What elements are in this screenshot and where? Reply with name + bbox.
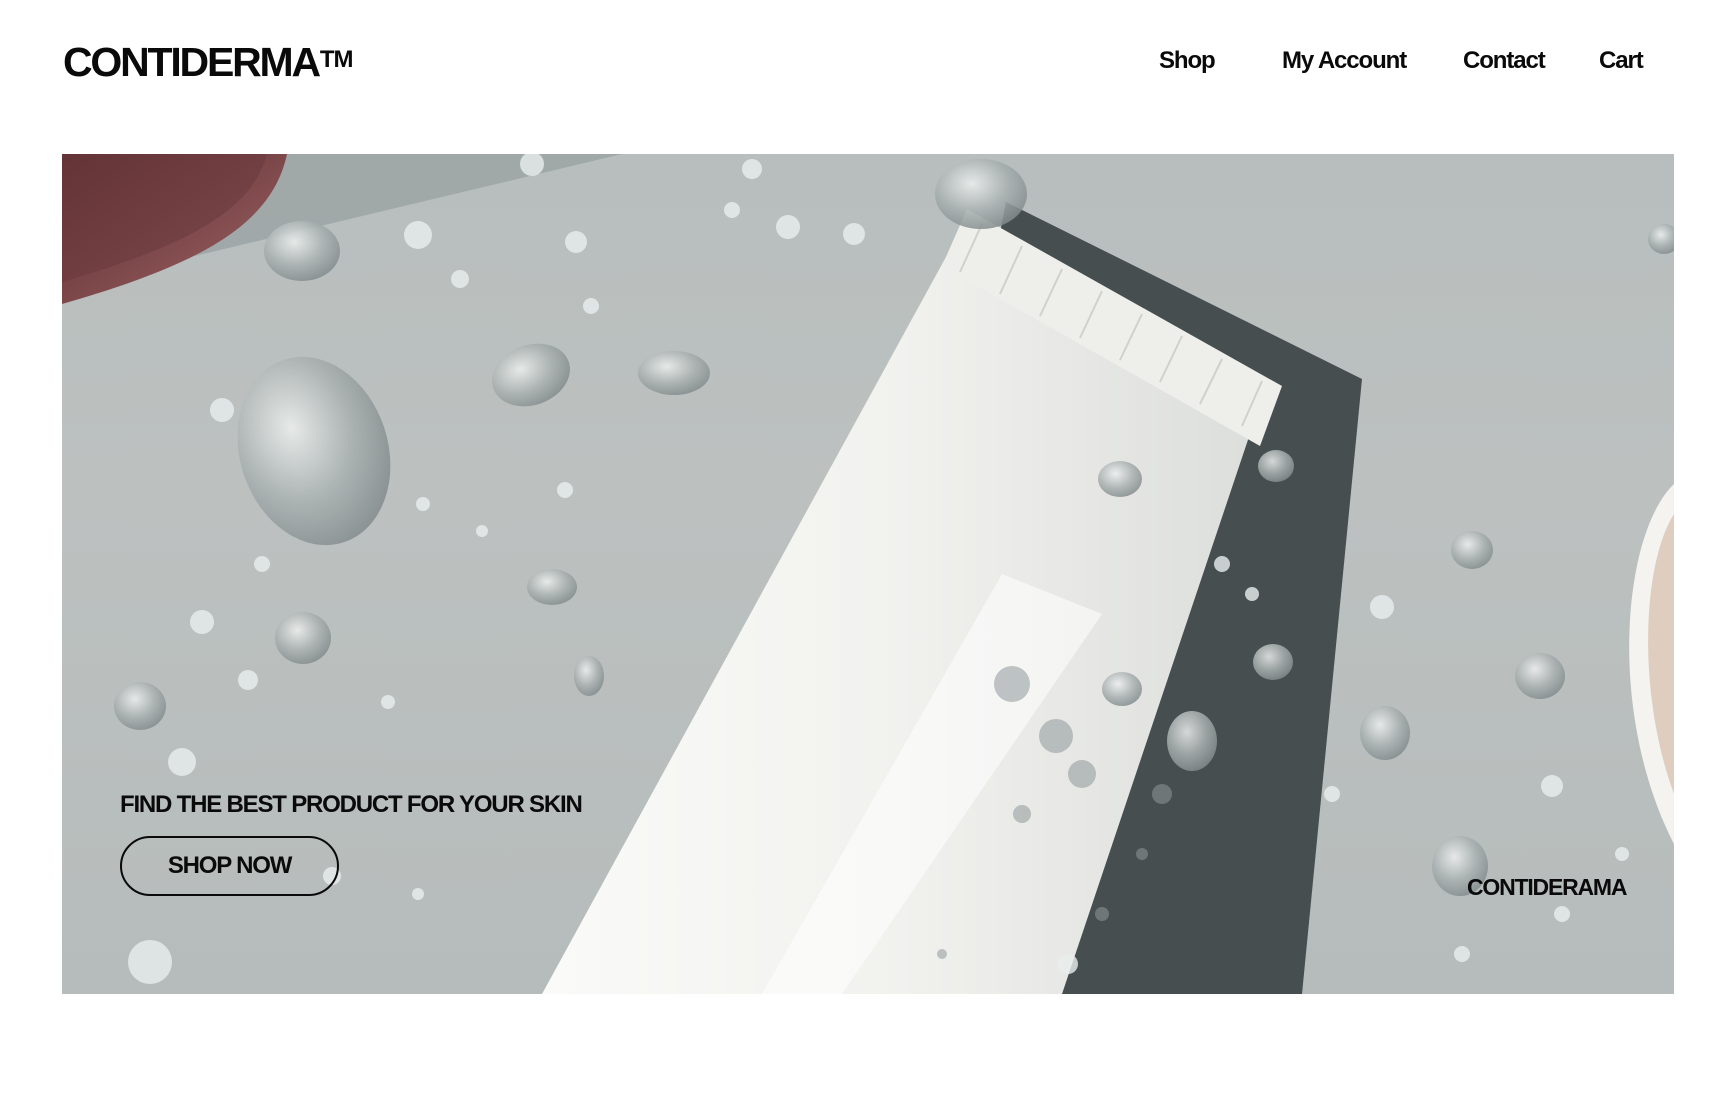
- nav-contact[interactable]: Contact: [1463, 46, 1546, 76]
- nav-cart[interactable]: Cart: [1599, 46, 1644, 76]
- logo-text: CONTIDERMA: [63, 39, 321, 85]
- trademark-mark: TM: [319, 46, 354, 73]
- brand-logo[interactable]: CONTIDERMATM: [63, 38, 354, 86]
- hero-brand-caption: CONTIDERAMA: [1467, 874, 1627, 900]
- nav-my-account[interactable]: My Account: [1282, 46, 1407, 76]
- site-header: CONTIDERMATM Shop My Account Contact Car…: [0, 0, 1728, 120]
- hero-banner: FIND THE BEST PRODUCT FOR YOUR SKIN SHOP…: [62, 154, 1674, 994]
- shop-now-button[interactable]: SHOP NOW: [120, 836, 339, 896]
- nav-shop[interactable]: Shop: [1159, 46, 1216, 76]
- hero-tagline: FIND THE BEST PRODUCT FOR YOUR SKIN: [120, 791, 583, 818]
